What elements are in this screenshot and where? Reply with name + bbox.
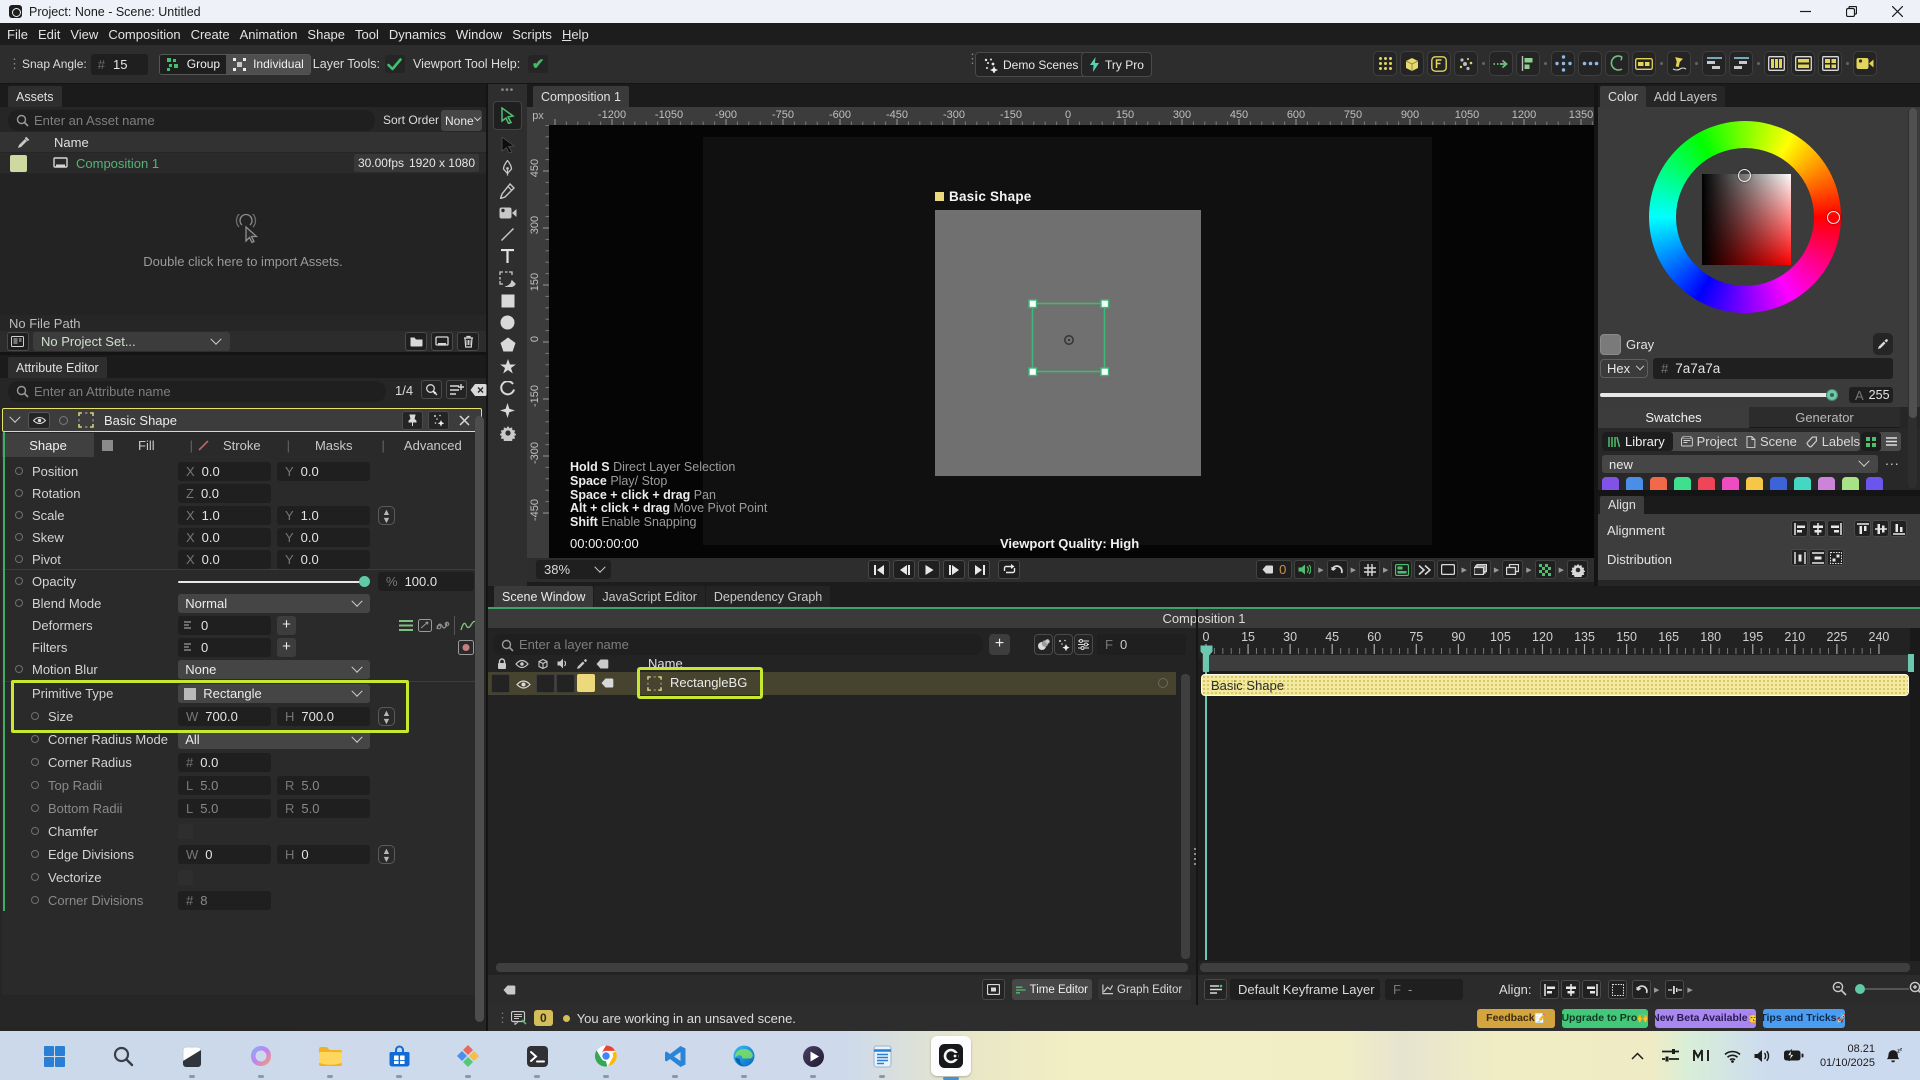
svg-text:75: 75 — [1409, 630, 1423, 644]
svg-text:60: 60 — [1367, 630, 1381, 644]
svg-text:90: 90 — [1451, 630, 1465, 644]
svg-text:15: 15 — [1241, 630, 1255, 644]
svg-text:0: 0 — [529, 336, 541, 342]
svg-text:225: 225 — [1826, 630, 1847, 644]
svg-text:45: 45 — [1325, 630, 1339, 644]
svg-text:z: z — [1900, 1047, 1903, 1052]
svg-text:165: 165 — [1658, 630, 1679, 644]
svg-text:105: 105 — [1490, 630, 1511, 644]
svg-text:210: 210 — [1784, 630, 1805, 644]
svg-text:-300: -300 — [529, 442, 541, 464]
svg-text:30: 30 — [1283, 630, 1297, 644]
svg-text:135: 135 — [1574, 630, 1595, 644]
svg-text:450: 450 — [529, 159, 541, 177]
svg-text:120: 120 — [1532, 630, 1553, 644]
svg-text:0: 0 — [1203, 630, 1210, 644]
svg-text:-150: -150 — [529, 385, 541, 407]
svg-text:150: 150 — [529, 273, 541, 291]
svg-text:-450: -450 — [529, 499, 541, 521]
svg-text:195: 195 — [1742, 630, 1763, 644]
svg-text:300: 300 — [529, 216, 541, 234]
svg-text:240: 240 — [1869, 630, 1890, 644]
svg-text:150: 150 — [1616, 630, 1637, 644]
svg-text:180: 180 — [1700, 630, 1721, 644]
